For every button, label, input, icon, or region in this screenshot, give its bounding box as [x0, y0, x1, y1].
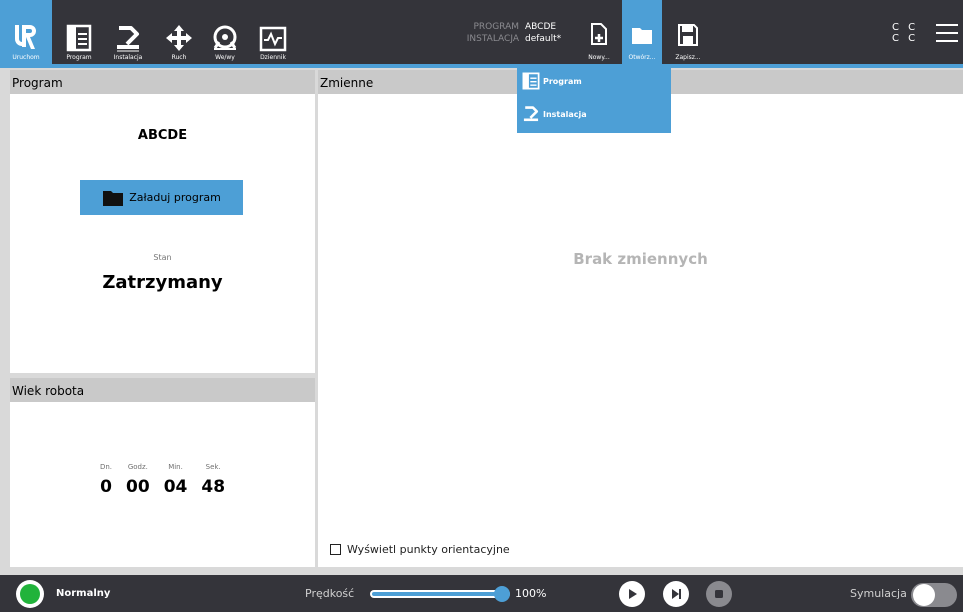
simulation-toggle[interactable] — [911, 583, 957, 607]
age-days-label: Dn. — [99, 463, 113, 471]
play-button[interactable] — [619, 581, 645, 607]
program-panel-header: Program — [10, 70, 315, 94]
save-icon — [678, 24, 698, 46]
age-seconds-label: Sek. — [205, 463, 221, 471]
new-button-label: Nowy... — [588, 54, 610, 61]
status-text: Normalny — [56, 588, 111, 599]
top-accent-line — [0, 64, 963, 68]
new-button[interactable]: Nowy... — [580, 0, 618, 64]
nav-move-label: Ruch — [171, 54, 187, 61]
program-key: PROGRAM — [473, 22, 519, 32]
age-days-value: 0 — [100, 477, 112, 497]
nav-move[interactable]: Ruch — [163, 0, 195, 64]
age-minutes-value: 04 — [163, 477, 188, 497]
bottom-bar: Normalny Prędkość 100% Symulacja — [0, 575, 963, 612]
top-bar: Uruchom Program Instalacja Ruch We/wy Dz… — [0, 0, 963, 64]
speed-value: 100% — [515, 587, 547, 600]
step-icon — [672, 589, 681, 599]
nav-program-label: Program — [66, 54, 92, 61]
age-hours-label: Godz. — [127, 463, 148, 471]
variables-panel: Zmienne Brak zmiennych — [318, 70, 963, 567]
new-file-icon — [591, 23, 607, 45]
play-icon — [629, 589, 637, 599]
load-program-button[interactable]: Załaduj program — [80, 180, 243, 215]
nav-program[interactable]: Program — [59, 0, 99, 64]
show-waypoints-option[interactable]: Wyświetl punkty orientacyjne — [330, 543, 510, 556]
open-button-label: Otwórz... — [628, 54, 656, 61]
robot-age-header: Wiek robota — [10, 378, 315, 402]
save-button[interactable]: Zapisz... — [669, 0, 707, 64]
program-icon — [66, 24, 92, 52]
move-icon — [166, 25, 192, 51]
simulation-label: Symulacja — [850, 587, 907, 600]
program-value: ABCDE — [525, 22, 557, 32]
installation-value: default* — [525, 34, 562, 44]
load-program-label: Załaduj program — [129, 191, 221, 204]
dropdown-item-program-label: Program — [543, 76, 582, 86]
age-hours-value: 00 — [126, 477, 150, 497]
nav-run[interactable]: Uruchom — [0, 0, 52, 64]
program-panel: Program ABCDE Załaduj program Stan Zatrz… — [10, 70, 315, 373]
nav-run-label: Uruchom — [12, 54, 40, 61]
io-icon — [213, 25, 237, 50]
age-days: Dn. 0 — [100, 463, 112, 497]
hamburger-menu-icon[interactable] — [936, 24, 958, 44]
dropdown-item-installation[interactable]: Instalacja — [521, 105, 587, 123]
state-value: Zatrzymany — [102, 272, 223, 293]
nav-io-label: We/wy — [215, 54, 235, 61]
program-name: ABCDE — [137, 128, 188, 143]
simulation-toggle-knob — [913, 584, 935, 606]
speed-slider-handle[interactable] — [494, 586, 510, 602]
nav-installation-label: Instalacja — [113, 54, 143, 61]
open-dropdown-menu: Program Instalacja — [517, 64, 671, 133]
open-button[interactable]: Otwórz... — [622, 0, 662, 64]
cc-line-2: C C — [892, 33, 919, 44]
show-waypoints-label: Wyświetl punkty orientacyjne — [347, 543, 510, 556]
no-variables-text: Brak zmiennych — [573, 250, 708, 268]
speed-label: Prędkość — [305, 587, 355, 600]
nav-log-label: Dziennik — [260, 54, 286, 61]
age-seconds: Sek. 48 — [201, 463, 225, 497]
program-info-keys: PROGRAM INSTALACJA — [461, 21, 519, 45]
age-hours: Godz. 00 — [126, 463, 150, 497]
speed-slider-fill — [372, 592, 508, 596]
log-icon — [259, 26, 287, 52]
age-minutes-label: Min. — [168, 463, 183, 471]
save-button-label: Zapisz... — [675, 54, 701, 61]
nav-io[interactable]: We/wy — [207, 0, 243, 64]
folder-icon — [632, 28, 652, 44]
robot-age-counter: Dn. 0 Godz. 00 Min. 04 Sek. 48 — [10, 463, 315, 497]
age-seconds-value: 48 — [201, 477, 226, 497]
state-label: Stan — [153, 253, 172, 262]
age-minutes: Min. 04 — [164, 463, 188, 497]
show-waypoints-checkbox[interactable] — [330, 544, 341, 555]
program-info-values: ABCDE default* — [525, 21, 561, 45]
installation-icon — [523, 106, 539, 122]
robot-age-panel: Wiek robota Dn. 0 Godz. 00 Min. 04 Sek. … — [10, 378, 315, 567]
folder-icon — [103, 190, 124, 206]
program-icon — [522, 72, 540, 90]
step-button[interactable] — [663, 581, 689, 607]
speed-slider[interactable] — [370, 586, 510, 602]
stop-button[interactable] — [706, 581, 732, 607]
dropdown-item-installation-label: Instalacja — [543, 109, 587, 119]
status-indicator-icon[interactable] — [16, 580, 44, 608]
nav-log[interactable]: Dziennik — [255, 0, 291, 64]
nav-installation[interactable]: Instalacja — [108, 0, 148, 64]
dropdown-item-program[interactable]: Program — [521, 72, 582, 90]
cc-indicator: C C C C — [892, 22, 918, 44]
cc-line-1: C C — [892, 22, 919, 33]
installation-icon — [117, 26, 139, 52]
ur-logo-icon — [15, 25, 36, 49]
installation-key: INSTALACJA — [466, 34, 519, 44]
stop-icon — [715, 590, 723, 598]
app-window: Uruchom Program Instalacja Ruch We/wy Dz… — [0, 0, 963, 612]
